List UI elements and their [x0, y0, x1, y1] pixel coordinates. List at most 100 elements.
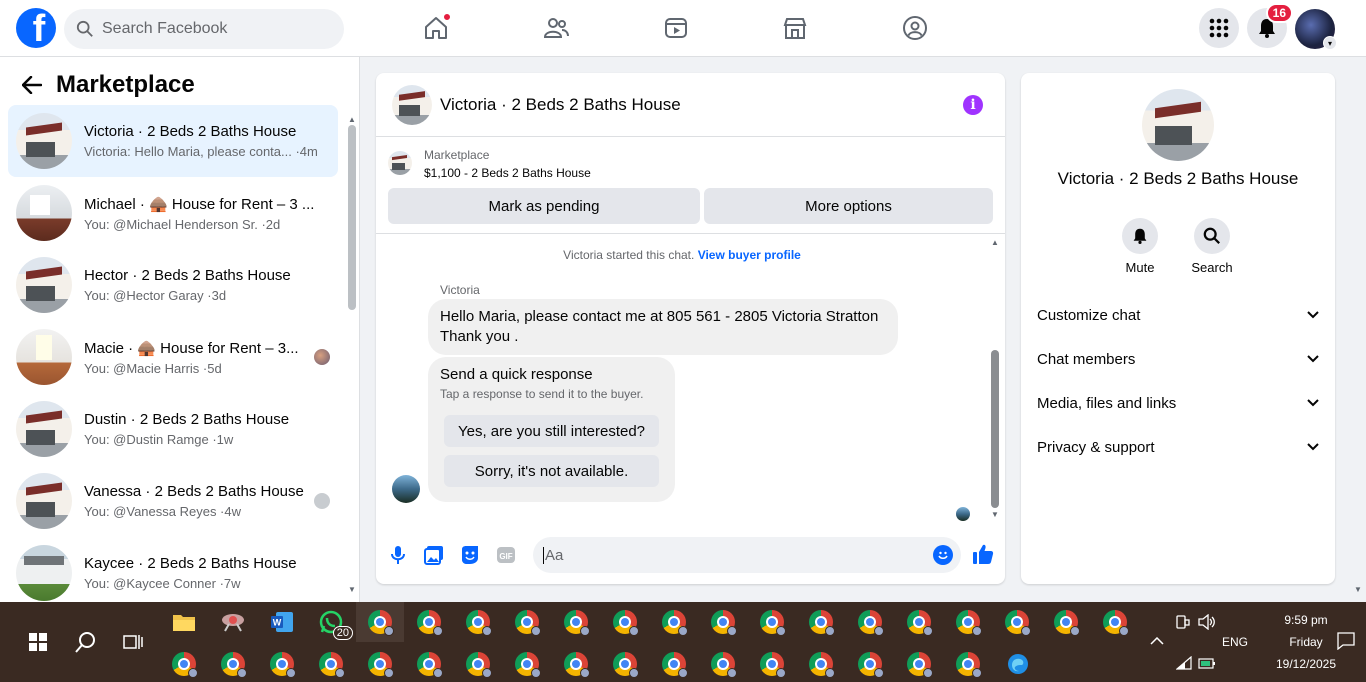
battery-icon[interactable] [1198, 656, 1216, 675]
microphone-icon[interactable] [388, 545, 408, 565]
privacy-support-section[interactable]: Privacy & support [1037, 425, 1319, 469]
gif-icon[interactable]: GIF [496, 545, 516, 565]
snipping-tool-icon[interactable] [213, 602, 253, 642]
clock-date[interactable]: 19/12/2025 [1254, 657, 1358, 671]
chrome-icon[interactable] [213, 644, 253, 682]
chat-members-section[interactable]: Chat members [1037, 337, 1319, 381]
scrollbar-thumb[interactable] [348, 125, 356, 310]
conversation-item-victoria[interactable]: Victoria · 2 Beds 2 Baths House Victoria… [8, 105, 338, 177]
customize-chat-section[interactable]: Customize chat [1037, 293, 1319, 337]
edge-icon[interactable] [998, 644, 1038, 682]
chrome-icon[interactable] [703, 644, 743, 682]
clock-time[interactable]: 9:59 pm [1254, 613, 1358, 627]
message-input[interactable] [543, 546, 913, 564]
chrome-icon[interactable] [507, 602, 547, 642]
scroll-down-arrow-icon[interactable]: ▼ [347, 585, 357, 594]
chrome-icon[interactable] [997, 602, 1037, 642]
mark-as-pending-button[interactable]: Mark as pending [388, 188, 700, 224]
device-icon[interactable] [1174, 614, 1190, 635]
chrome-icon[interactable] [899, 644, 939, 682]
chrome-icon[interactable] [1046, 602, 1086, 642]
task-view-icon[interactable] [113, 622, 153, 662]
listing-price-title[interactable]: $1,100 - 2 Beds 2 Baths House [424, 166, 591, 180]
chrome-icon[interactable] [752, 644, 792, 682]
info-listing-thumbnail[interactable] [1142, 89, 1214, 161]
chrome-icon[interactable] [850, 644, 890, 682]
language-indicator[interactable]: ENG [1218, 635, 1252, 649]
chrome-icon[interactable] [311, 644, 351, 682]
menu-grid-button[interactable] [1199, 8, 1239, 48]
chrome-icon[interactable] [654, 602, 694, 642]
view-buyer-profile-link[interactable]: View buyer profile [698, 248, 801, 262]
marketplace-icon[interactable] [780, 13, 810, 43]
conversation-item-hector[interactable]: Hector · 2 Beds 2 Baths House You: @Hect… [8, 249, 338, 321]
chrome-icon[interactable] [801, 602, 841, 642]
taskbar-search-icon[interactable] [66, 622, 106, 662]
message-input-box[interactable] [533, 537, 961, 573]
file-explorer-icon[interactable] [164, 602, 204, 642]
thumbs-up-icon[interactable] [972, 543, 994, 565]
chrome-icon[interactable] [262, 644, 302, 682]
scroll-down-arrow-icon[interactable]: ▼ [1354, 585, 1362, 594]
scroll-up-arrow-icon[interactable]: ▲ [347, 115, 357, 124]
notifications-button[interactable]: 16 [1247, 3, 1293, 48]
chrome-icon[interactable] [752, 602, 792, 642]
notification-center-icon[interactable] [1337, 632, 1355, 655]
chrome-icon[interactable] [605, 644, 645, 682]
chrome-icon[interactable] [360, 644, 400, 682]
chat-title[interactable]: Victoria · 2 Beds 2 Baths House [440, 95, 681, 115]
chrome-icon[interactable] [458, 602, 498, 642]
chrome-icon[interactable] [654, 644, 694, 682]
chevron-down-icon[interactable]: ▾ [1323, 36, 1337, 50]
sticker-icon[interactable] [460, 545, 480, 565]
quick-reply-still-interested-button[interactable]: Yes, are you still interested? [444, 415, 659, 447]
chrome-icon[interactable] [458, 644, 498, 682]
scrollbar-thumb[interactable] [991, 350, 999, 508]
chrome-icon[interactable] [409, 602, 449, 642]
chrome-icon[interactable] [1095, 602, 1135, 642]
volume-icon[interactable] [1198, 613, 1216, 635]
scroll-down-arrow-icon[interactable]: ▼ [990, 510, 1000, 519]
chrome-icon[interactable] [850, 602, 890, 642]
page-scrollbar-track[interactable]: ▼ [1352, 57, 1366, 602]
back-arrow-icon[interactable] [20, 73, 44, 97]
chrome-icon[interactable] [507, 644, 547, 682]
home-icon[interactable] [421, 13, 451, 43]
chrome-icon[interactable] [605, 602, 645, 642]
windows-start-icon[interactable] [18, 622, 58, 662]
chrome-icon[interactable] [164, 644, 204, 682]
wifi-icon[interactable] [1175, 655, 1192, 675]
chrome-icon[interactable] [556, 644, 596, 682]
media-files-links-section[interactable]: Media, files and links [1037, 381, 1319, 425]
search-conversation-button[interactable]: Search [1182, 218, 1242, 275]
sidebar-scrollbar[interactable]: ▲ ▼ [347, 115, 357, 595]
chrome-icon[interactable] [703, 602, 743, 642]
sender-avatar[interactable] [392, 475, 420, 503]
chat-scrollbar[interactable]: ▲ ▼ [990, 238, 1000, 520]
emoji-icon[interactable] [933, 545, 953, 565]
photo-icon[interactable] [424, 545, 444, 565]
chrome-icon[interactable] [948, 644, 988, 682]
conversation-item-vanessa[interactable]: Vanessa · 2 Beds 2 Baths House You: @Van… [8, 465, 338, 537]
chrome-icon[interactable] [801, 644, 841, 682]
search-input[interactable] [102, 20, 322, 38]
chevron-up-icon[interactable] [1150, 632, 1164, 648]
conversation-item-macie[interactable]: Macie · 🛖 House for Rent – 3... You: @Ma… [8, 321, 338, 393]
conversation-item-dustin[interactable]: Dustin · 2 Beds 2 Baths House You: @Dust… [8, 393, 338, 465]
scroll-up-arrow-icon[interactable]: ▲ [990, 238, 1000, 247]
chrome-icon[interactable] [409, 644, 449, 682]
quick-reply-not-available-button[interactable]: Sorry, it's not available. [444, 455, 659, 487]
mute-button[interactable]: Mute [1110, 218, 1170, 275]
word-icon[interactable]: W [262, 602, 302, 642]
video-icon[interactable] [661, 13, 691, 43]
conversation-item-michael[interactable]: Michael · 🛖 House for Rent – 3 ... You: … [8, 177, 338, 249]
chrome-icon[interactable] [360, 602, 400, 642]
info-icon[interactable]: i [963, 95, 983, 115]
groups-icon[interactable] [900, 13, 930, 43]
more-options-button[interactable]: More options [704, 188, 993, 224]
chrome-icon[interactable] [899, 602, 939, 642]
friends-icon[interactable] [541, 13, 571, 43]
chat-thumbnail[interactable] [392, 84, 432, 125]
conversation-item-kaycee[interactable]: Kaycee · 2 Beds 2 Baths House You: @Kayc… [8, 537, 338, 609]
chrome-icon[interactable] [556, 602, 596, 642]
